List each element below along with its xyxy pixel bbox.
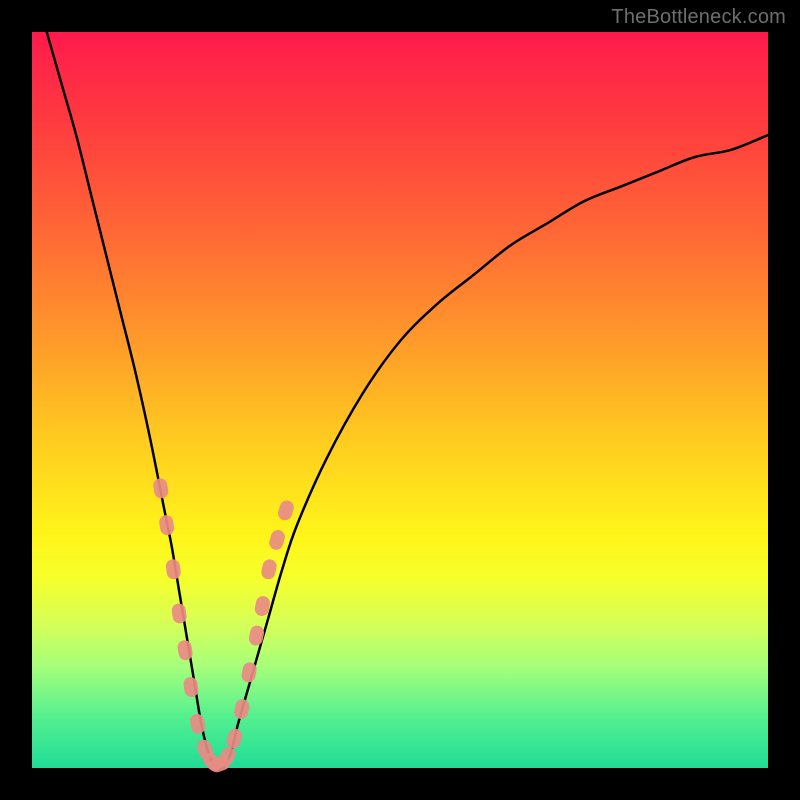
plot-area bbox=[32, 32, 768, 768]
curve-marker bbox=[248, 624, 266, 646]
curve-marker bbox=[158, 514, 175, 536]
bottleneck-curve bbox=[32, 32, 768, 768]
curve-marker bbox=[276, 499, 295, 522]
curve-line bbox=[47, 32, 768, 770]
curve-marker bbox=[225, 727, 244, 750]
curve-markers bbox=[152, 477, 295, 774]
watermark-text: TheBottleneck.com bbox=[611, 6, 786, 29]
curve-marker bbox=[260, 558, 278, 581]
curve-marker bbox=[165, 558, 182, 580]
curve-marker bbox=[152, 477, 169, 499]
curve-marker bbox=[233, 698, 251, 721]
curve-marker bbox=[268, 528, 287, 551]
chart-frame: TheBottleneck.com bbox=[0, 0, 800, 800]
